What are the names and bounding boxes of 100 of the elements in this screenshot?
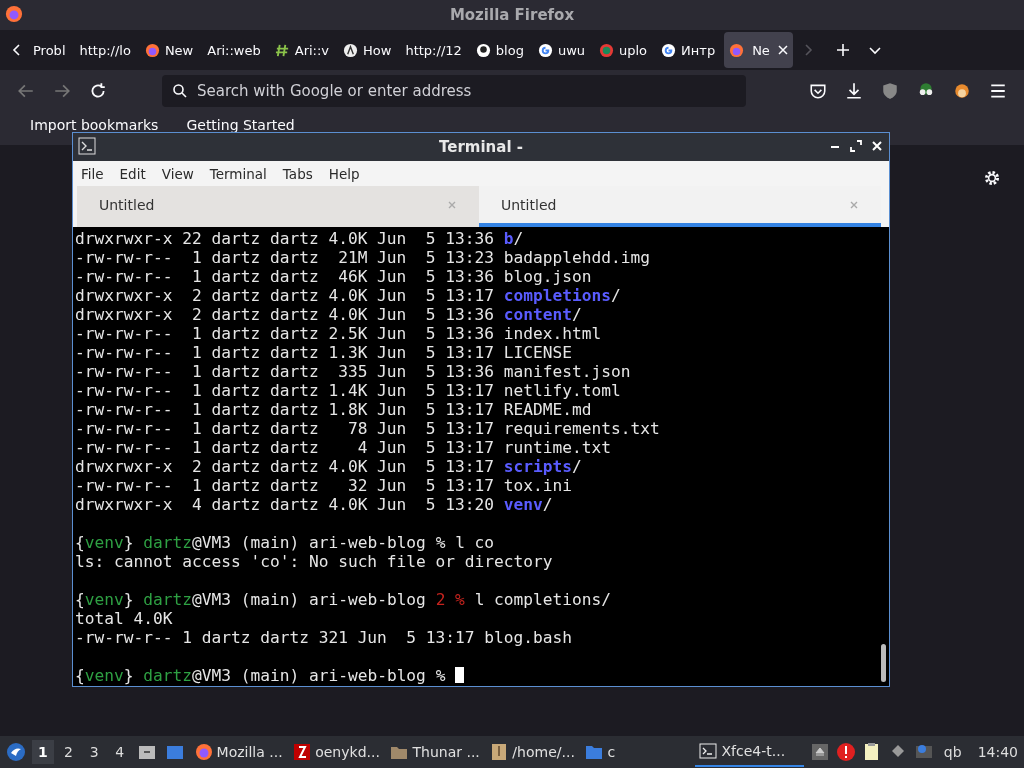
google-icon: [661, 42, 677, 58]
path-suffix: /: [572, 457, 582, 476]
settings-icon[interactable]: [983, 169, 1001, 187]
menu-item[interactable]: File: [81, 165, 104, 182]
pocket-icon[interactable]: [809, 82, 827, 100]
prompt-brace: }: [123, 590, 134, 609]
prompt-status: %: [435, 666, 446, 685]
menu-item[interactable]: Edit: [119, 165, 146, 182]
folder-icon: [585, 743, 604, 761]
back-icon[interactable]: [17, 82, 35, 100]
user-name: dartz: [143, 666, 192, 685]
download-icon[interactable]: [845, 82, 863, 100]
window-title: Mozilla Firefox: [449, 6, 575, 24]
file-meta: -rw-rw-r-- 1 dartz dartz 2.5K Jun 5 13:36: [75, 324, 496, 343]
scroll-left-icon[interactable]: [12, 42, 22, 58]
scrollbar-thumb[interactable]: [881, 644, 886, 682]
prompt-brace: {: [75, 590, 85, 609]
keyboard-layout[interactable]: qb: [943, 744, 962, 760]
bird-icon[interactable]: [6, 742, 26, 762]
lambda-icon: [343, 42, 359, 58]
menu-item[interactable]: View: [161, 165, 194, 182]
file-name: netlify.toml: [503, 381, 621, 400]
terminal-icon: [699, 742, 718, 760]
reload-icon[interactable]: [89, 82, 107, 100]
menu-item[interactable]: Terminal: [209, 165, 267, 182]
taskbar-item[interactable]: Mozilla ...: [190, 737, 286, 767]
firefox-icon: [144, 42, 160, 58]
browser-tab[interactable]: http://lo: [74, 32, 136, 68]
taskbar-item[interactable]: oenykd...: [289, 737, 383, 767]
file-meta: -rw-rw-r-- 1 dartz dartz 32 Jun 5 13:17: [75, 476, 496, 495]
prompt-brace: {: [75, 533, 85, 552]
path-suffix: /: [542, 495, 553, 514]
taskbar-item[interactable]: Xfce4-t...: [695, 737, 804, 767]
taskbar-item[interactable]: /home/...: [486, 737, 578, 767]
venv-name: venv: [84, 666, 124, 685]
google-icon: [537, 42, 553, 58]
bookmark-link[interactable]: Import bookmarks: [30, 117, 159, 133]
browser-tab[interactable]: How: [338, 32, 397, 68]
file-meta: -rw-rw-r-- 1 dartz dartz 46K Jun 5 13:36: [75, 267, 496, 286]
browser-tab[interactable]: blog: [470, 32, 529, 68]
search-icon: [172, 83, 188, 99]
file-name: manifest.json: [503, 362, 631, 381]
command-text: l completions/: [474, 590, 612, 609]
browser-tab[interactable]: Ari::web: [202, 32, 266, 68]
terminal-icon: [78, 137, 96, 155]
command-text: l co: [455, 533, 495, 552]
forward-icon[interactable]: [53, 82, 71, 100]
prompt-host: @VM3 (main) ari-web-blog: [191, 666, 426, 685]
maximize-icon[interactable]: [850, 140, 862, 152]
firefox-icon: [729, 42, 745, 58]
browser-tab[interactable]: uwu: [532, 32, 590, 68]
menu-item[interactable]: Tabs: [282, 165, 313, 182]
taskbar-item[interactable]: Thunar ...: [386, 737, 483, 767]
workspace-button[interactable]: 1: [32, 740, 54, 764]
file-name: blog.json: [503, 267, 592, 286]
output-text: -rw-rw-r-- 1 dartz dartz 321 Jun 5 13:17 blog.bash: [75, 628, 573, 647]
eject-icon[interactable]: [809, 742, 830, 762]
workspace-button[interactable]: 4: [108, 740, 131, 764]
browser-tab[interactable]: uplo: [594, 32, 653, 68]
browser-tab[interactable]: Probl: [28, 32, 71, 68]
file-meta: -rw-rw-r-- 1 dartz dartz 1.3K Jun 5 13:17: [75, 343, 496, 362]
file-name: LICENSE: [503, 343, 573, 362]
file-meta: -rw-rw-r-- 1 dartz dartz 1.4K Jun 5 13:17: [75, 381, 496, 400]
workspace-button[interactable]: 2: [57, 740, 80, 764]
browser-tab[interactable]: Интр: [656, 32, 721, 68]
file-name: tox.ini: [503, 476, 573, 495]
file-name: venv: [503, 495, 543, 514]
prompt-status: 2 %: [435, 590, 465, 609]
menu-item[interactable]: Help: [328, 165, 360, 182]
browser-tab[interactable]: http://12: [400, 32, 467, 68]
bookmark-link[interactable]: Getting Started: [186, 117, 295, 133]
file-meta: drwxrwxr-x 4 dartz dartz 4.0K Jun 5 13:20: [75, 495, 496, 514]
file-meta: -rw-rw-r-- 1 dartz dartz 78 Jun 5 13:17: [75, 419, 496, 438]
clock[interactable]: 14:40: [977, 744, 1018, 760]
browser-tab[interactable]: Ne: [724, 32, 793, 68]
alert-icon[interactable]: [835, 742, 856, 762]
menu-icon[interactable]: [989, 82, 1007, 100]
file-meta: drwxrwxr-x 2 dartz dartz 4.0K Jun 5 13:17: [75, 457, 496, 476]
hash-icon: [274, 42, 290, 58]
new-tab-icon[interactable]: [834, 42, 851, 58]
address-field[interactable]: Search with Google or enter address: [162, 75, 746, 107]
file-name: scripts: [503, 457, 573, 476]
browser-tab[interactable]: New: [139, 32, 199, 68]
workspace-button[interactable]: 3: [83, 740, 105, 764]
file-meta: drwxrwxr-x 2 dartz dartz 4.0K Jun 5 13:17: [75, 286, 496, 305]
file-meta: -rw-rw-r-- 1 dartz dartz 4 Jun 5 13:17: [75, 438, 496, 457]
prompt-brace: {: [75, 666, 85, 685]
file-meta: -rw-rw-r-- 1 dartz dartz 1.8K Jun 5 13:17: [75, 400, 496, 419]
terminal-tab[interactable]: Untitled: [77, 186, 479, 227]
taskbar-item[interactable]: c: [581, 737, 642, 767]
shield-icon[interactable]: [881, 82, 899, 100]
browser-tab[interactable]: Ari::v: [269, 32, 335, 68]
file-meta: -rw-rw-r-- 1 dartz dartz 335 Jun 5 13:36: [75, 362, 496, 381]
prompt-brace: }: [123, 533, 134, 552]
file-name: b: [503, 229, 514, 248]
archive-icon: [490, 743, 509, 761]
file-meta: drwxrwxr-x 2 dartz dartz 4.0K Jun 5 13:36: [75, 305, 496, 324]
file-name: runtime.txt: [503, 438, 611, 457]
output-text: total 4.0K: [75, 609, 173, 628]
venv-name: venv: [84, 533, 124, 552]
